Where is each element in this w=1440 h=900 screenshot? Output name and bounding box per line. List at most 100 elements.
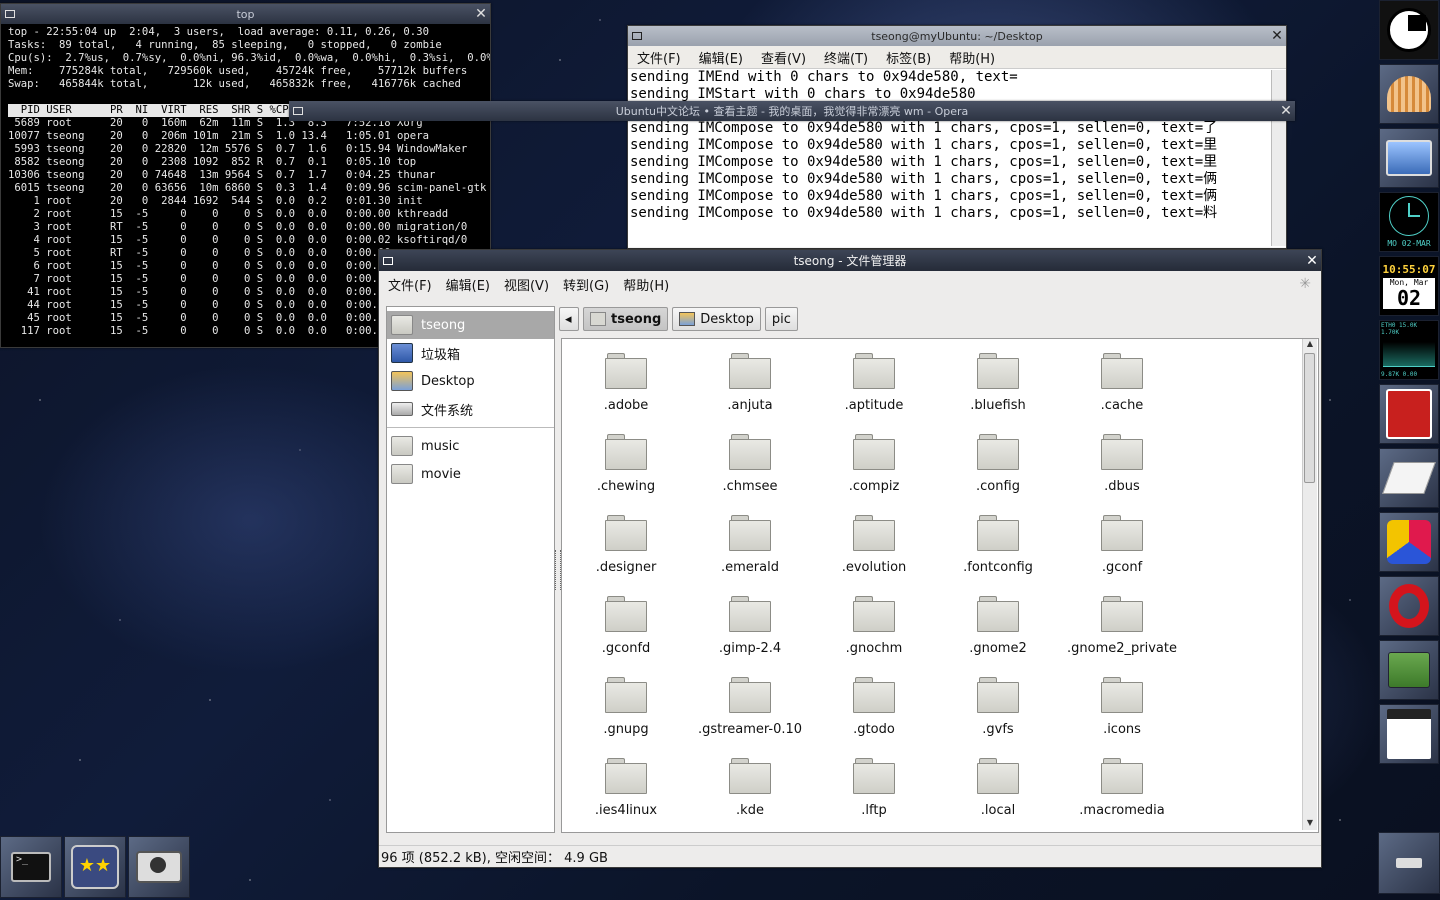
folder-item[interactable]: .config: [936, 426, 1060, 507]
folder-item[interactable]: .cache: [1060, 345, 1184, 426]
file-manager-menu-item[interactable]: 编辑(E): [439, 275, 497, 294]
folder-item[interactable]: .ies4linux: [564, 750, 688, 831]
folder-item[interactable]: .gconfd: [564, 588, 688, 669]
terminal-menu-item[interactable]: 查看(V): [752, 48, 815, 67]
dock-digital-clock[interactable]: 10:55:07 Mon, Mar 02: [1379, 256, 1439, 316]
dock-analog-clock[interactable]: MO 02-MAR: [1379, 192, 1439, 252]
dock-opera[interactable]: [1379, 576, 1439, 636]
folder-item[interactable]: .compiz: [812, 426, 936, 507]
dock-kdenlive[interactable]: [1379, 704, 1439, 764]
folder-item[interactable]: .gnome2: [936, 588, 1060, 669]
dock-dictionary[interactable]: [1379, 640, 1439, 700]
folder-item[interactable]: .icons: [1060, 669, 1184, 750]
folder-item[interactable]: .gnome2_private: [1060, 588, 1184, 669]
gnome-terminal-window[interactable]: tseong@myUbuntu: ~/Desktop ✕ 文件(F) 编辑(E) 查…: [627, 25, 1287, 249]
close-icon[interactable]: ✕: [1277, 102, 1295, 120]
folder-item[interactable]: .emerald: [688, 507, 812, 588]
terminal-output[interactable]: sending IMEnd with 0 chars to 0x94de580,…: [628, 69, 1286, 247]
folder-item[interactable]: .chmsee: [688, 426, 812, 507]
folder-item[interactable]: .gconf: [1060, 507, 1184, 588]
minimize-icon[interactable]: [379, 252, 397, 270]
folder-item[interactable]: .dbus: [1060, 426, 1184, 507]
scroll-up-icon[interactable]: ▲: [1303, 339, 1317, 351]
folder-icon: [729, 596, 771, 632]
harddisk-icon: [391, 402, 413, 416]
terminal-scrollbar[interactable]: [1271, 70, 1286, 246]
windowmaker-prefs-appicon[interactable]: ★★: [64, 836, 126, 898]
file-manager-window[interactable]: tseong - 文件管理器 ✕ 文件(F) 编辑(E) 视图(V) 转到(G) 帮助(…: [378, 249, 1322, 868]
folder-item[interactable]: .gnupg: [564, 669, 688, 750]
path-button-tseong[interactable]: tseong: [583, 307, 669, 331]
sidebar-item-filesystem[interactable]: 文件系统: [387, 395, 554, 423]
scroll-down-icon[interactable]: ▼: [1303, 818, 1317, 830]
opera-window[interactable]: Ubuntu中文论坛 • 查看主题 - 我的桌面，我觉得非常漂亮 wm - Op…: [289, 101, 1295, 121]
close-icon[interactable]: ✕: [1268, 27, 1286, 45]
file-view-scrollbar[interactable]: ▲ ▼: [1302, 339, 1317, 830]
folder-item[interactable]: .bluefish: [936, 345, 1060, 426]
clock-time: 10:55:07: [1382, 263, 1436, 276]
dock-shell-app[interactable]: [1379, 64, 1439, 124]
dock-office-app[interactable]: [1379, 512, 1439, 572]
folder-item[interactable]: .aptitude: [812, 345, 936, 426]
path-back-button[interactable]: ◂: [559, 307, 579, 331]
path-button-pic[interactable]: pic: [764, 307, 798, 331]
folder-icon: [605, 434, 647, 470]
folder-item[interactable]: .chewing: [564, 426, 688, 507]
scrollbar-thumb[interactable]: [1304, 353, 1315, 483]
folder-item[interactable]: .evolution: [812, 507, 936, 588]
folder-item[interactable]: .gstreamer-0.10: [688, 669, 812, 750]
file-manager-menu-item[interactable]: 转到(G): [556, 275, 616, 294]
top-titlebar[interactable]: top ✕: [1, 4, 490, 24]
folder-item[interactable]: .adobe: [564, 345, 688, 426]
dock-text-editor[interactable]: [1379, 448, 1439, 508]
opera-titlebar[interactable]: Ubuntu中文论坛 • 查看主题 - 我的桌面，我觉得非常漂亮 wm - Op…: [289, 101, 1295, 121]
terminal-menu-item[interactable]: 终端(T): [815, 48, 877, 67]
folder-item[interactable]: .local: [936, 750, 1060, 831]
sidebar-item-tseong[interactable]: tseong: [387, 311, 554, 339]
sidebar-item-desktop[interactable]: Desktop: [387, 367, 554, 395]
folder-item[interactable]: .kde: [688, 750, 812, 831]
folder-item[interactable]: .gtodo: [812, 669, 936, 750]
dock-settings-app[interactable]: [1379, 128, 1439, 188]
folder-item[interactable]: .gvfs: [936, 669, 1060, 750]
terminal-menu-item[interactable]: 编辑(E): [690, 48, 752, 67]
dock-pdf-reader[interactable]: [1379, 384, 1439, 444]
folder-label: .gimp-2.4: [718, 641, 782, 656]
process-row: 6015 tseong 20 0 63656 10m 6860 S 0.3 1.…: [8, 182, 487, 194]
dock-bottom-tile[interactable]: [1378, 832, 1440, 894]
terminal-menu-item[interactable]: 标签(B): [877, 48, 940, 67]
file-manager-titlebar[interactable]: tseong - 文件管理器 ✕: [379, 250, 1321, 271]
folder-item[interactable]: .fontconfig: [936, 507, 1060, 588]
terminal-menu-item[interactable]: 文件(F): [628, 48, 690, 67]
minimize-icon[interactable]: [628, 27, 646, 45]
sidebar-item-music[interactable]: music: [387, 432, 554, 460]
minimize-icon[interactable]: [1, 5, 19, 23]
folder-item[interactable]: .lftp: [812, 750, 936, 831]
terminal-titlebar[interactable]: tseong@myUbuntu: ~/Desktop ✕: [628, 26, 1286, 46]
dock-app-icon[interactable]: [1379, 0, 1439, 60]
terminal-appicon[interactable]: >_: [0, 836, 62, 898]
folder-label: .config: [976, 479, 1020, 494]
folder-label: .local: [980, 803, 1016, 818]
minimize-icon[interactable]: [289, 102, 307, 120]
close-icon[interactable]: ✕: [472, 5, 490, 23]
terminal-menu-item[interactable]: 帮助(H): [940, 48, 1004, 67]
close-icon[interactable]: ✕: [1303, 252, 1321, 270]
folder-item[interactable]: .gnochm: [812, 588, 936, 669]
file-manager-menu-item[interactable]: 帮助(H): [616, 275, 676, 294]
folder-icon: [729, 434, 771, 470]
camera-appicon[interactable]: [128, 836, 190, 898]
folder-item[interactable]: .macromedia: [1060, 750, 1184, 831]
status-text: 96 项 (852.2 kB), 空闲空间： 4.9 GB: [381, 851, 608, 866]
file-manager-menu-item[interactable]: 文件(F): [381, 275, 439, 294]
file-manager-menu-item[interactable]: 视图(V): [497, 275, 556, 294]
sidebar-item-trash[interactable]: 垃圾箱: [387, 339, 554, 367]
dock-net-monitor[interactable]: ETH0 15.0K 1.70K 9.87K 0.00: [1379, 320, 1439, 380]
file-icon-view[interactable]: .adobe .anjuta .aptitude .bluefish .cache .ch…: [561, 338, 1319, 833]
path-button-desktop[interactable]: Desktop: [672, 307, 761, 331]
folder-item[interactable]: .designer: [564, 507, 688, 588]
folder-item[interactable]: .gimp-2.4: [688, 588, 812, 669]
sidebar-item-movie[interactable]: movie: [387, 460, 554, 488]
folder-label: .gnome2: [969, 641, 1027, 656]
folder-item[interactable]: .anjuta: [688, 345, 812, 426]
